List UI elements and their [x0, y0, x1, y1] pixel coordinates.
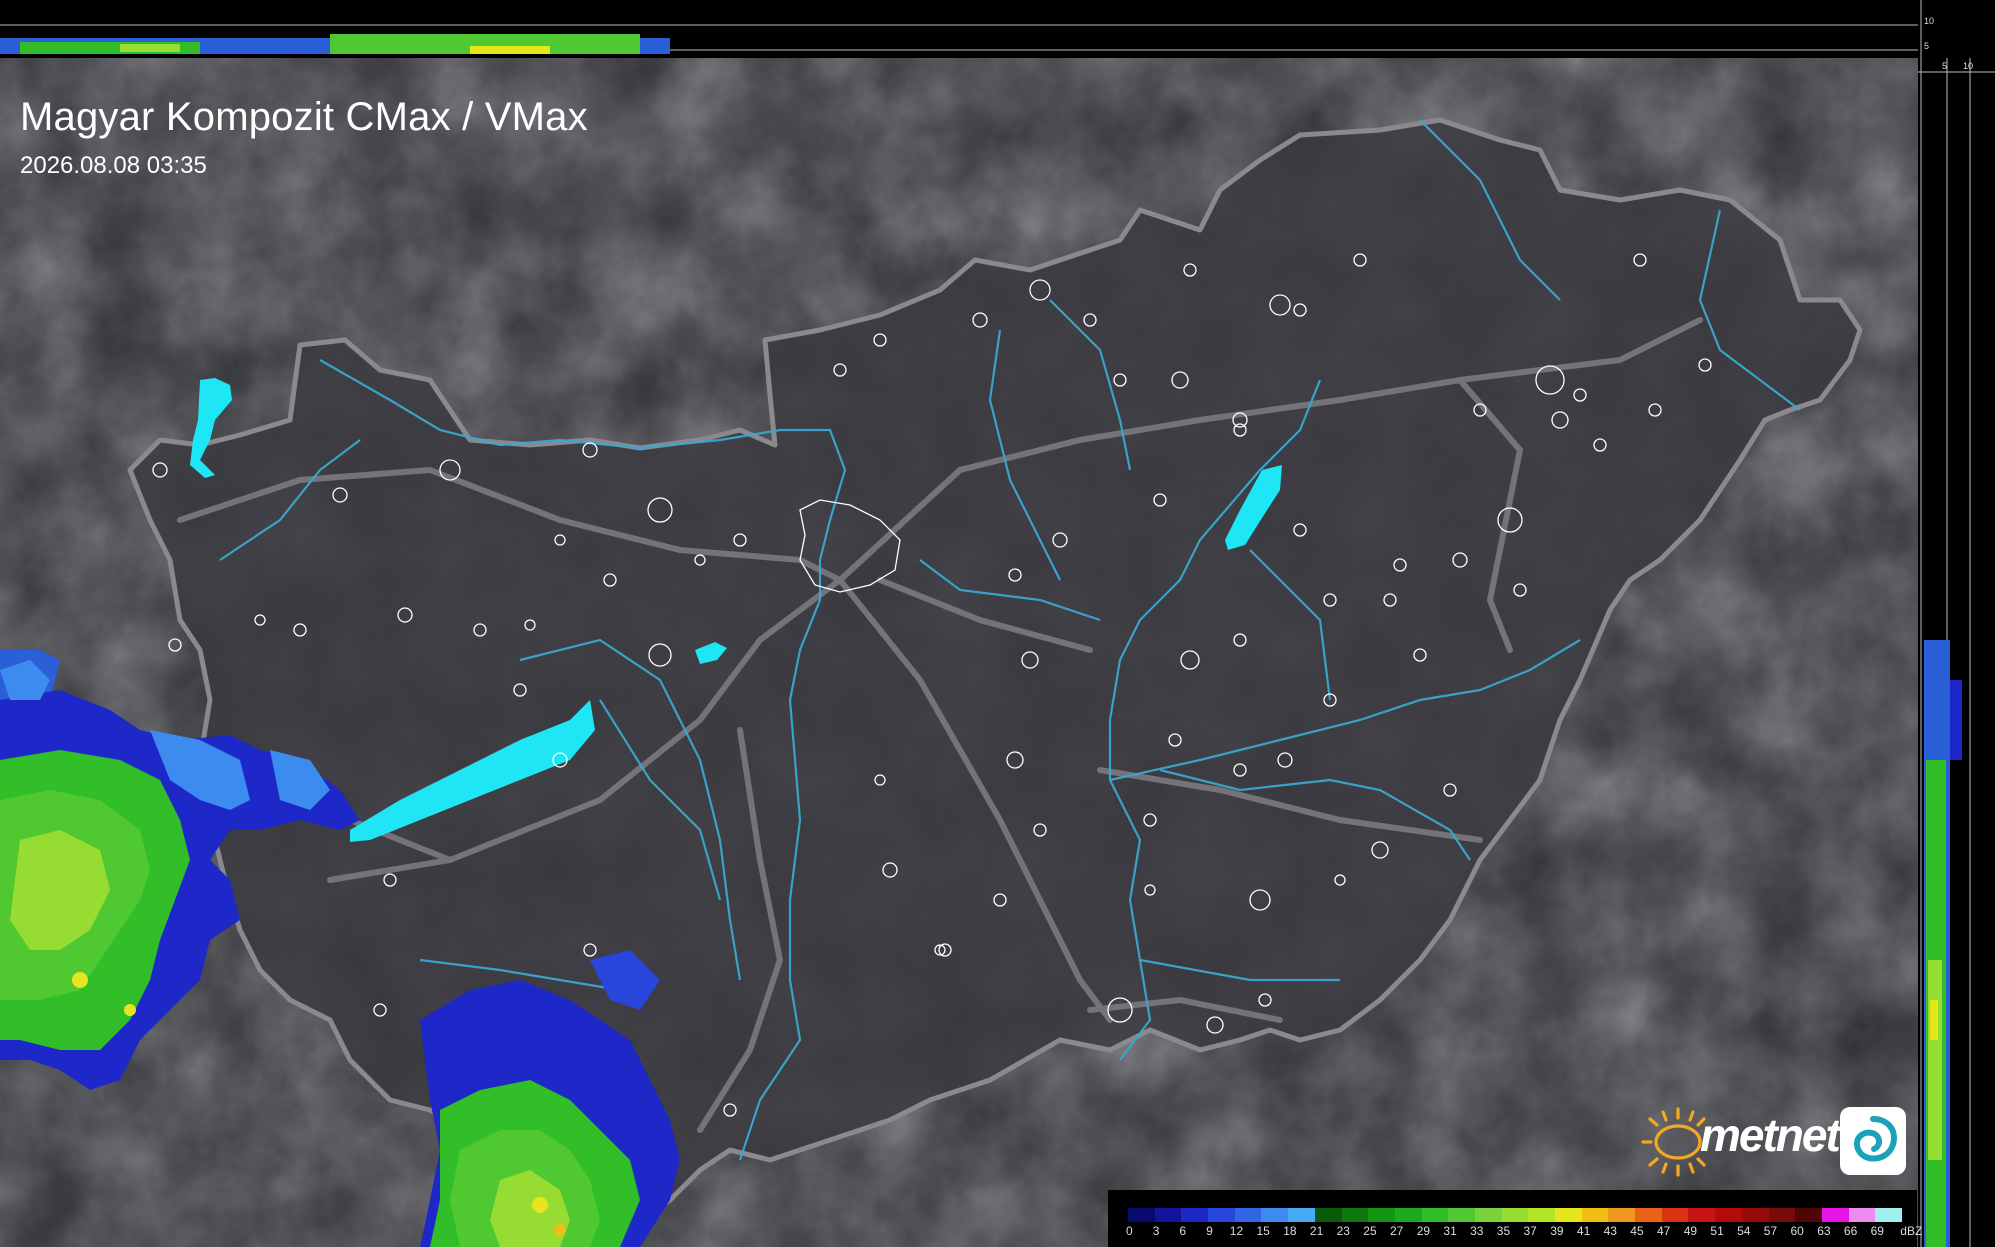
legend-swatch — [1795, 1208, 1822, 1222]
legend-swatch — [1314, 1208, 1342, 1222]
legend-swatch — [1181, 1208, 1209, 1222]
top-profile-tick-5: 5 — [1924, 41, 1930, 51]
legend-swatch — [1394, 1208, 1422, 1222]
legend-label: 54 — [1737, 1224, 1751, 1238]
top-profile-tick-10: 10 — [1924, 16, 1935, 26]
legend-swatch — [1848, 1208, 1876, 1222]
legend-swatch — [1768, 1208, 1796, 1222]
map-title: Magyar Kompozit CMax / VMax — [20, 95, 588, 139]
legend-label: 23 — [1336, 1224, 1350, 1238]
legend-label: 63 — [1817, 1224, 1831, 1238]
map-timestamp: 2026.08.08 03:35 — [20, 152, 207, 179]
sun-icon — [1641, 1107, 1706, 1177]
legend-swatch — [1128, 1208, 1155, 1222]
legend-swatch — [1288, 1208, 1315, 1222]
legend-label: 45 — [1630, 1224, 1644, 1238]
legend-label: 69 — [1870, 1224, 1884, 1238]
legend-label: 15 — [1256, 1224, 1270, 1238]
legend-label: 39 — [1550, 1224, 1564, 1238]
legend-swatch — [1555, 1208, 1582, 1222]
legend-swatch — [1608, 1208, 1636, 1222]
color-scale-labels: 0 3 6 9 12 15 18 21 23 25 27 29 31 33 35 37 39 41 43 45 47 49… — [1120, 1224, 1923, 1240]
legend-swatch — [1635, 1208, 1662, 1222]
legend-swatch — [1821, 1208, 1849, 1222]
legend-label: 37 — [1523, 1224, 1537, 1238]
legend-label: 9 — [1206, 1224, 1213, 1238]
legend-label: 0 — [1126, 1224, 1133, 1238]
legend-label: 27 — [1390, 1224, 1404, 1238]
legend-swatch — [1688, 1208, 1716, 1222]
legend-swatch — [1154, 1208, 1182, 1222]
color-scale-bar — [1128, 1208, 1902, 1222]
legend-label: 47 — [1657, 1224, 1671, 1238]
legend-swatch — [1715, 1208, 1742, 1222]
legend-swatch — [1741, 1208, 1769, 1222]
legend-swatch — [1501, 1208, 1529, 1222]
legend-label: 41 — [1576, 1224, 1591, 1238]
legend-unit: dBZ — [1900, 1224, 1923, 1238]
legend-label: 6 — [1179, 1224, 1187, 1238]
legend-swatch — [1581, 1208, 1609, 1222]
legend-label: 35 — [1496, 1224, 1511, 1238]
legend-label: 3 — [1152, 1224, 1160, 1238]
legend-label: 43 — [1603, 1224, 1617, 1238]
legend-swatch — [1341, 1208, 1369, 1222]
legend-swatch — [1368, 1208, 1395, 1222]
legend-label: 18 — [1283, 1224, 1297, 1238]
legend-swatch — [1875, 1208, 1902, 1222]
legend-swatch — [1234, 1208, 1262, 1222]
legend-label: 33 — [1470, 1224, 1484, 1238]
legend-label: 66 — [1843, 1224, 1858, 1238]
legend-label: 60 — [1790, 1224, 1804, 1238]
legend-swatch — [1448, 1208, 1475, 1222]
legend-label: 57 — [1763, 1224, 1778, 1238]
legend-label: 12 — [1229, 1224, 1244, 1238]
legend-swatch — [1208, 1208, 1235, 1222]
legend-label: 49 — [1683, 1224, 1698, 1238]
legend-swatch — [1421, 1208, 1449, 1222]
legend-label: 51 — [1710, 1224, 1724, 1238]
radar-map[interactable] — [0, 0, 1995, 1247]
legend-label: 25 — [1363, 1224, 1377, 1238]
legend-label: 31 — [1443, 1224, 1457, 1238]
side-profile-tick-10: 10 — [1963, 61, 1974, 71]
brand-name: metnet — [1700, 1109, 1841, 1161]
legend-swatch — [1474, 1208, 1502, 1222]
legend-label: 21 — [1309, 1224, 1324, 1238]
legend-swatch — [1528, 1208, 1555, 1222]
side-profile-tick-5: 5 — [1942, 61, 1948, 71]
legend-swatch — [1261, 1208, 1289, 1222]
legend-swatch — [1661, 1208, 1689, 1222]
legend-label: 29 — [1416, 1224, 1431, 1238]
